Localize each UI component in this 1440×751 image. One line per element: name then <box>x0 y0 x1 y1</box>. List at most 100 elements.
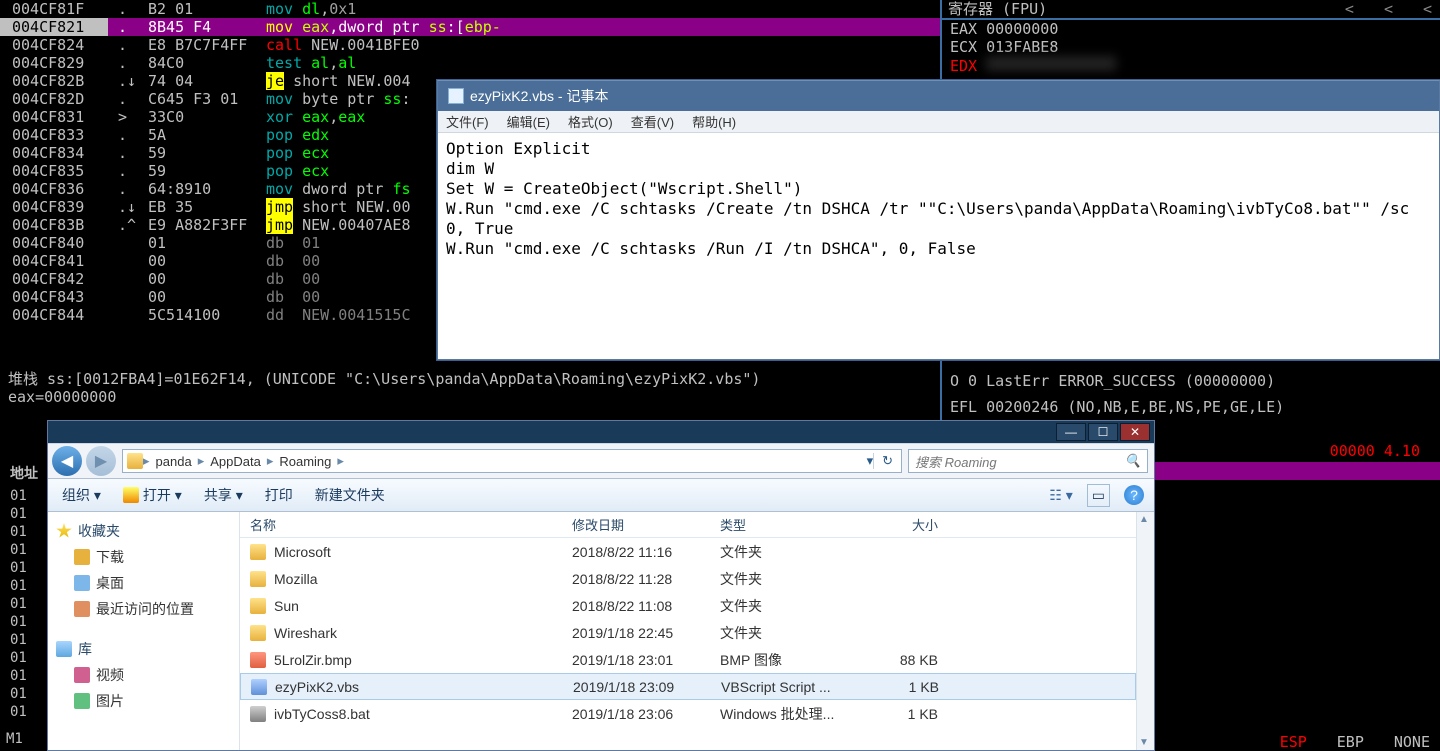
view-button[interactable]: ☷ ▾ <box>1049 487 1072 504</box>
menu-format[interactable]: 格式(O) <box>568 112 613 131</box>
reg-name: ECX <box>950 38 977 56</box>
explorer-filelist[interactable]: 名称 修改日期 类型 大小 Microsoft2018/8/22 11:16文件… <box>240 512 1136 750</box>
list-item[interactable]: Wireshark2019/1/18 22:45文件夹 <box>240 619 1136 646</box>
minimize-button[interactable]: — <box>1056 423 1086 441</box>
search-box[interactable]: 搜索 Roaming 🔍 <box>908 449 1148 473</box>
sidebar-item-recent[interactable]: 最近访问的位置 <box>56 596 231 622</box>
file-name: Mozilla <box>274 571 318 587</box>
chevron-left-icon[interactable]: < <box>1423 0 1432 18</box>
file-icon <box>250 706 266 722</box>
col-name[interactable]: 名称 <box>240 515 562 534</box>
instruction: test al,al <box>262 54 940 72</box>
notepad-titlebar[interactable]: ezyPixK2.vbs - 记事本 <box>438 81 1439 111</box>
file-type: BMP 图像 <box>710 650 858 670</box>
forward-button[interactable]: ▶ <box>86 446 116 476</box>
open-button[interactable]: 打开 ▾ <box>123 485 182 505</box>
crumb-roaming[interactable]: Roaming <box>273 454 337 469</box>
scroll-up-icon[interactable]: ▲ <box>1139 514 1149 525</box>
notepad-menu[interactable]: 文件(F) 编辑(E) 格式(O) 查看(V) 帮助(H) <box>438 111 1439 133</box>
back-button[interactable]: ◀ <box>52 446 82 476</box>
sidebar-item-pictures[interactable]: 图片 <box>56 688 231 714</box>
hex-row: 01 <box>10 541 47 559</box>
chevron-left-icon[interactable]: < <box>1345 0 1354 18</box>
star-icon <box>56 523 72 539</box>
col-size[interactable]: 大小 <box>858 515 948 534</box>
hex-row: 01 <box>10 487 47 505</box>
sidebar-item-video[interactable]: 视频 <box>56 662 231 688</box>
notepad-icon <box>448 88 464 104</box>
list-header[interactable]: 名称 修改日期 类型 大小 <box>240 512 1136 538</box>
bytes: 84C0 <box>148 54 262 72</box>
col-type[interactable]: 类型 <box>710 515 858 534</box>
share-button[interactable]: 共享 ▾ <box>204 485 243 505</box>
explorer-addressbar: ◀ ▶ ▸ panda▸ AppData▸ Roaming▸ ▾ ↻ 搜索 Ro… <box>48 443 1154 479</box>
addr: 004CF831 <box>0 108 108 126</box>
mark <box>108 270 148 288</box>
list-item[interactable]: Sun2018/8/22 11:08文件夹 <box>240 592 1136 619</box>
maximize-button[interactable]: ☐ <box>1088 423 1118 441</box>
list-item[interactable]: Microsoft2018/8/22 11:16文件夹 <box>240 538 1136 565</box>
disasm-row[interactable]: 004CF824.E8 B7C7F4FFcall NEW.0041BFE0 <box>0 36 940 54</box>
list-item[interactable]: Mozilla2018/8/22 11:28文件夹 <box>240 565 1136 592</box>
address-bar[interactable]: ▸ panda▸ AppData▸ Roaming▸ ▾ ↻ <box>122 449 902 473</box>
mark: .↓ <box>108 72 148 90</box>
organize-button[interactable]: 组织 ▾ <box>62 485 101 505</box>
file-date: 2019/1/18 23:09 <box>563 679 711 695</box>
mark <box>108 234 148 252</box>
print-button[interactable]: 打印 <box>265 485 293 505</box>
recent-icon <box>74 601 90 617</box>
file-icon <box>250 652 266 668</box>
list-item[interactable]: ezyPixK2.vbs2019/1/18 23:09VBScript Scri… <box>240 673 1136 700</box>
ebp-label: EBP <box>1337 733 1364 751</box>
crumb-panda[interactable]: panda <box>150 454 198 469</box>
close-button[interactable]: ✕ <box>1120 423 1150 441</box>
sidebar-library[interactable]: 库 <box>78 639 92 659</box>
notepad-window[interactable]: ezyPixK2.vbs - 记事本 文件(F) 编辑(E) 格式(O) 查看(… <box>437 80 1440 360</box>
disasm-row[interactable]: 004CF81F.B2 01mov dl,0x1 <box>0 0 940 18</box>
reg-chevrons[interactable]: < < < <box>1345 0 1440 18</box>
bytes: 64:8910 <box>148 180 262 198</box>
hex-pane[interactable]: 地址 01010101010101010101010101 <box>0 465 47 751</box>
chevron-left-icon[interactable]: < <box>1384 0 1393 18</box>
list-item[interactable]: ivbTyCoss8.bat2019/1/18 23:06Windows 批处理… <box>240 700 1136 727</box>
menu-help[interactable]: 帮助(H) <box>692 112 736 131</box>
disasm-row[interactable]: 004CF829.84C0test al,al <box>0 54 940 72</box>
sidebar-favorites[interactable]: 收藏夹 <box>78 521 120 541</box>
video-icon <box>74 667 90 683</box>
file-name: 5LrolZir.bmp <box>274 652 352 668</box>
crumb-appdata[interactable]: AppData <box>204 454 267 469</box>
none-label: NONE <box>1394 733 1430 751</box>
notepad-body[interactable]: Option Explicit dim W Set W = CreateObje… <box>438 133 1439 265</box>
col-date[interactable]: 修改日期 <box>562 515 710 534</box>
preview-button[interactable]: ▭ <box>1087 484 1110 507</box>
mark <box>108 306 148 324</box>
search-icon[interactable]: 🔍 <box>1125 453 1141 469</box>
registers-title-bar: 寄存器 (FPU) <<< <box>942 0 1440 20</box>
list-item[interactable]: 5LrolZir.bmp2019/1/18 23:01BMP 图像88 KB <box>240 646 1136 673</box>
addr: 004CF829 <box>0 54 108 72</box>
explorer-sidebar[interactable]: 收藏夹 下载 桌面 最近访问的位置 库 视频 图片 <box>48 512 240 750</box>
scroll-down-icon[interactable]: ▼ <box>1139 737 1149 748</box>
scrollbar[interactable]: ▲ ▼ <box>1136 512 1154 750</box>
file-type: Windows 批处理... <box>710 704 858 724</box>
help-icon[interactable]: ? <box>1124 485 1144 505</box>
bytes: C645 F3 01 <box>148 90 262 108</box>
explorer-toolbar: 组织 ▾ 打开 ▾ 共享 ▾ 打印 新建文件夹 ☷ ▾ ▭ ? <box>48 479 1154 512</box>
file-icon <box>251 679 267 695</box>
addr: 004CF844 <box>0 306 108 324</box>
menu-edit[interactable]: 编辑(E) <box>507 112 550 131</box>
explorer-window[interactable]: — ☐ ✕ ◀ ▶ ▸ panda▸ AppData▸ Roaming▸ ▾ ↻… <box>47 420 1155 751</box>
notepad-title: ezyPixK2.vbs - 记事本 <box>470 86 608 106</box>
disasm-row[interactable]: 004CF821.8B45 F4mov eax,dword ptr ss:[eb… <box>0 18 940 36</box>
bytes: 59 <box>148 162 262 180</box>
bytes: E9 A882F3FF <box>148 216 262 234</box>
file-type: 文件夹 <box>710 542 858 562</box>
newfolder-button[interactable]: 新建文件夹 <box>315 485 385 505</box>
menu-file[interactable]: 文件(F) <box>446 112 489 131</box>
sidebar-item-desktop[interactable]: 桌面 <box>56 570 231 596</box>
menu-view[interactable]: 查看(V) <box>631 112 674 131</box>
sidebar-item-downloads[interactable]: 下载 <box>56 544 231 570</box>
refresh-icon[interactable]: ↻ <box>873 453 901 469</box>
stack-line: 堆栈 ss:[0012FBA4]=01E62F14, (UNICODE "C:\… <box>8 370 760 388</box>
mark: > <box>108 108 148 126</box>
